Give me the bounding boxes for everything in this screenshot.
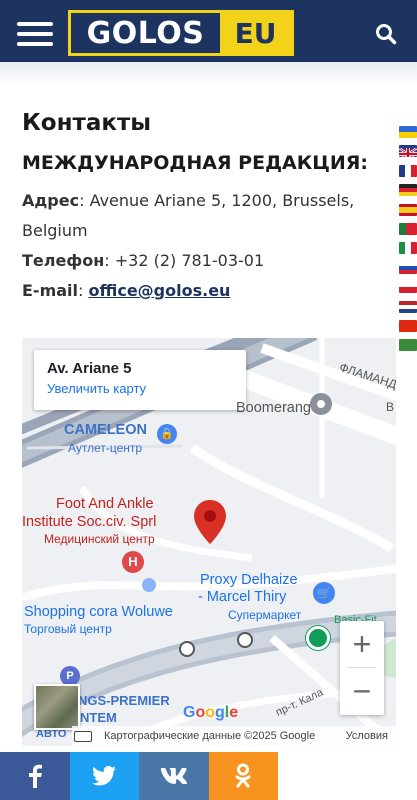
flag-ar-icon[interactable] — [399, 339, 417, 352]
poi-proxy-category: Супермаркет — [228, 608, 302, 622]
flag-pl-icon[interactable] — [399, 281, 417, 294]
phone-label: Телефон — [22, 251, 105, 270]
address-line: Адрес: Avenue Ariane 5, 1200, Brussels, … — [22, 186, 392, 246]
poi-proxy-line2[interactable]: - Marcel Thiry — [198, 589, 286, 605]
poi-foot-ankle-category: Медицинский центр — [44, 532, 155, 546]
hamburger-menu-icon[interactable] — [17, 22, 53, 46]
enlarge-map-link[interactable]: Увеличить карту — [47, 381, 233, 396]
poi-kings-line1[interactable]: NGS-PREMIER — [78, 693, 170, 708]
phone-value: : +32 (2) 781-03-01 — [104, 251, 265, 270]
poi-foot-ankle-line2[interactable]: Institute Soc.civ. Sprl — [22, 514, 156, 530]
logo-golos-text: GOLOS — [86, 15, 205, 51]
gym-pin-icon[interactable] — [306, 626, 330, 650]
site-logo[interactable]: GOLOS EU — [68, 10, 294, 56]
flag-fr-icon[interactable] — [399, 164, 417, 177]
share-vk-button[interactable] — [139, 752, 209, 800]
address-label: Адрес — [22, 191, 80, 210]
search-icon[interactable] — [375, 23, 397, 45]
map-place-title: Av. Ariane 5 — [47, 360, 132, 377]
email-line: E-mail: office@golos.eu — [22, 276, 392, 306]
keyboard-shortcuts-icon[interactable] — [74, 730, 92, 742]
map-terms-link[interactable]: Условия — [346, 730, 388, 742]
contacts-section: Контакты МЕЖДУНАРОДНАЯ РЕДАКЦИЯ: Адрес: … — [22, 110, 392, 306]
map-attribution: Картографические данные ©2025 Google — [104, 730, 316, 742]
email-label: E-mail — [22, 281, 79, 300]
satellite-toggle-thumbnail[interactable] — [34, 684, 80, 730]
poi-foot-ankle-line1[interactable]: Foot And Ankle — [56, 496, 154, 512]
poi-letter-v: В — [386, 400, 395, 414]
share-twitter-button[interactable] — [69, 752, 139, 800]
flag-uk-icon[interactable] — [399, 126, 417, 138]
map-place-card: Av. Ariane 5 Увеличить карту — [34, 350, 246, 410]
twitter-icon — [92, 766, 117, 786]
google-logo: Google — [183, 704, 239, 721]
facebook-icon — [28, 764, 42, 788]
flag-nl-icon[interactable] — [399, 300, 417, 313]
phone-line: Телефон: +32 (2) 781-03-01 — [22, 246, 392, 276]
location-marker-icon[interactable] — [194, 500, 226, 544]
flag-zh-icon[interactable] — [399, 319, 417, 332]
zoom-out-button[interactable]: − — [340, 668, 384, 714]
share-facebook-button[interactable] — [0, 752, 70, 800]
flag-en-icon[interactable] — [399, 145, 417, 158]
poi-cameleon[interactable]: CAMELEON — [64, 422, 147, 438]
shopping-pin-icon[interactable] — [142, 578, 156, 592]
hospital-pin-icon[interactable]: H — [122, 551, 144, 573]
supermarket-pin-icon[interactable]: 🛒 — [313, 582, 335, 604]
bus-stop-icon-2[interactable] — [237, 632, 253, 648]
flag-ru-icon[interactable] — [399, 261, 417, 274]
poi-proxy-line1[interactable]: Proxy Delhaize — [200, 572, 298, 588]
email-link[interactable]: office@golos.eu — [89, 281, 231, 300]
odnoklassniki-icon — [235, 763, 251, 788]
poi-kings-line2[interactable]: NTEM — [80, 710, 117, 725]
boomerang-pin-icon[interactable] — [310, 393, 332, 415]
poi-cora-category: Торговый центр — [24, 622, 112, 636]
header-shadow — [0, 62, 417, 86]
flag-de-icon[interactable] — [399, 184, 417, 197]
zoom-in-button[interactable]: + — [340, 621, 384, 667]
map-zoom-controls: + − — [340, 621, 384, 715]
google-map[interactable]: Av. Ariane 5 Увеличить карту Boomerang 🔒… — [22, 338, 396, 746]
poi-cora[interactable]: Shopping cora Woluwe — [24, 604, 173, 620]
share-odnoklassniki-button[interactable] — [208, 752, 278, 800]
email-separator: : — [78, 281, 89, 300]
flag-pt-icon[interactable] — [399, 222, 417, 235]
language-switcher — [399, 126, 417, 359]
site-header: GOLOS EU — [0, 0, 417, 62]
vk-icon — [160, 768, 187, 784]
flag-it-icon[interactable] — [399, 242, 417, 255]
poi-boomerang[interactable]: Boomerang — [236, 400, 311, 416]
editorial-subtitle: МЕЖДУНАРОДНАЯ РЕДАКЦИЯ: — [22, 152, 368, 174]
cameleon-pin-icon[interactable]: 🔒 — [157, 424, 177, 444]
share-bar — [0, 752, 278, 800]
page-title: Контакты — [22, 110, 152, 136]
parking-pin-icon[interactable]: P — [60, 666, 80, 686]
bus-stop-icon[interactable] — [179, 641, 195, 657]
poi-cameleon-category: Аутлет-центр — [68, 441, 143, 455]
logo-eu-text: EU — [220, 13, 291, 53]
map-footer: Картографические данные ©2025 Google Усл… — [72, 726, 396, 746]
flag-es-icon[interactable] — [399, 203, 417, 216]
